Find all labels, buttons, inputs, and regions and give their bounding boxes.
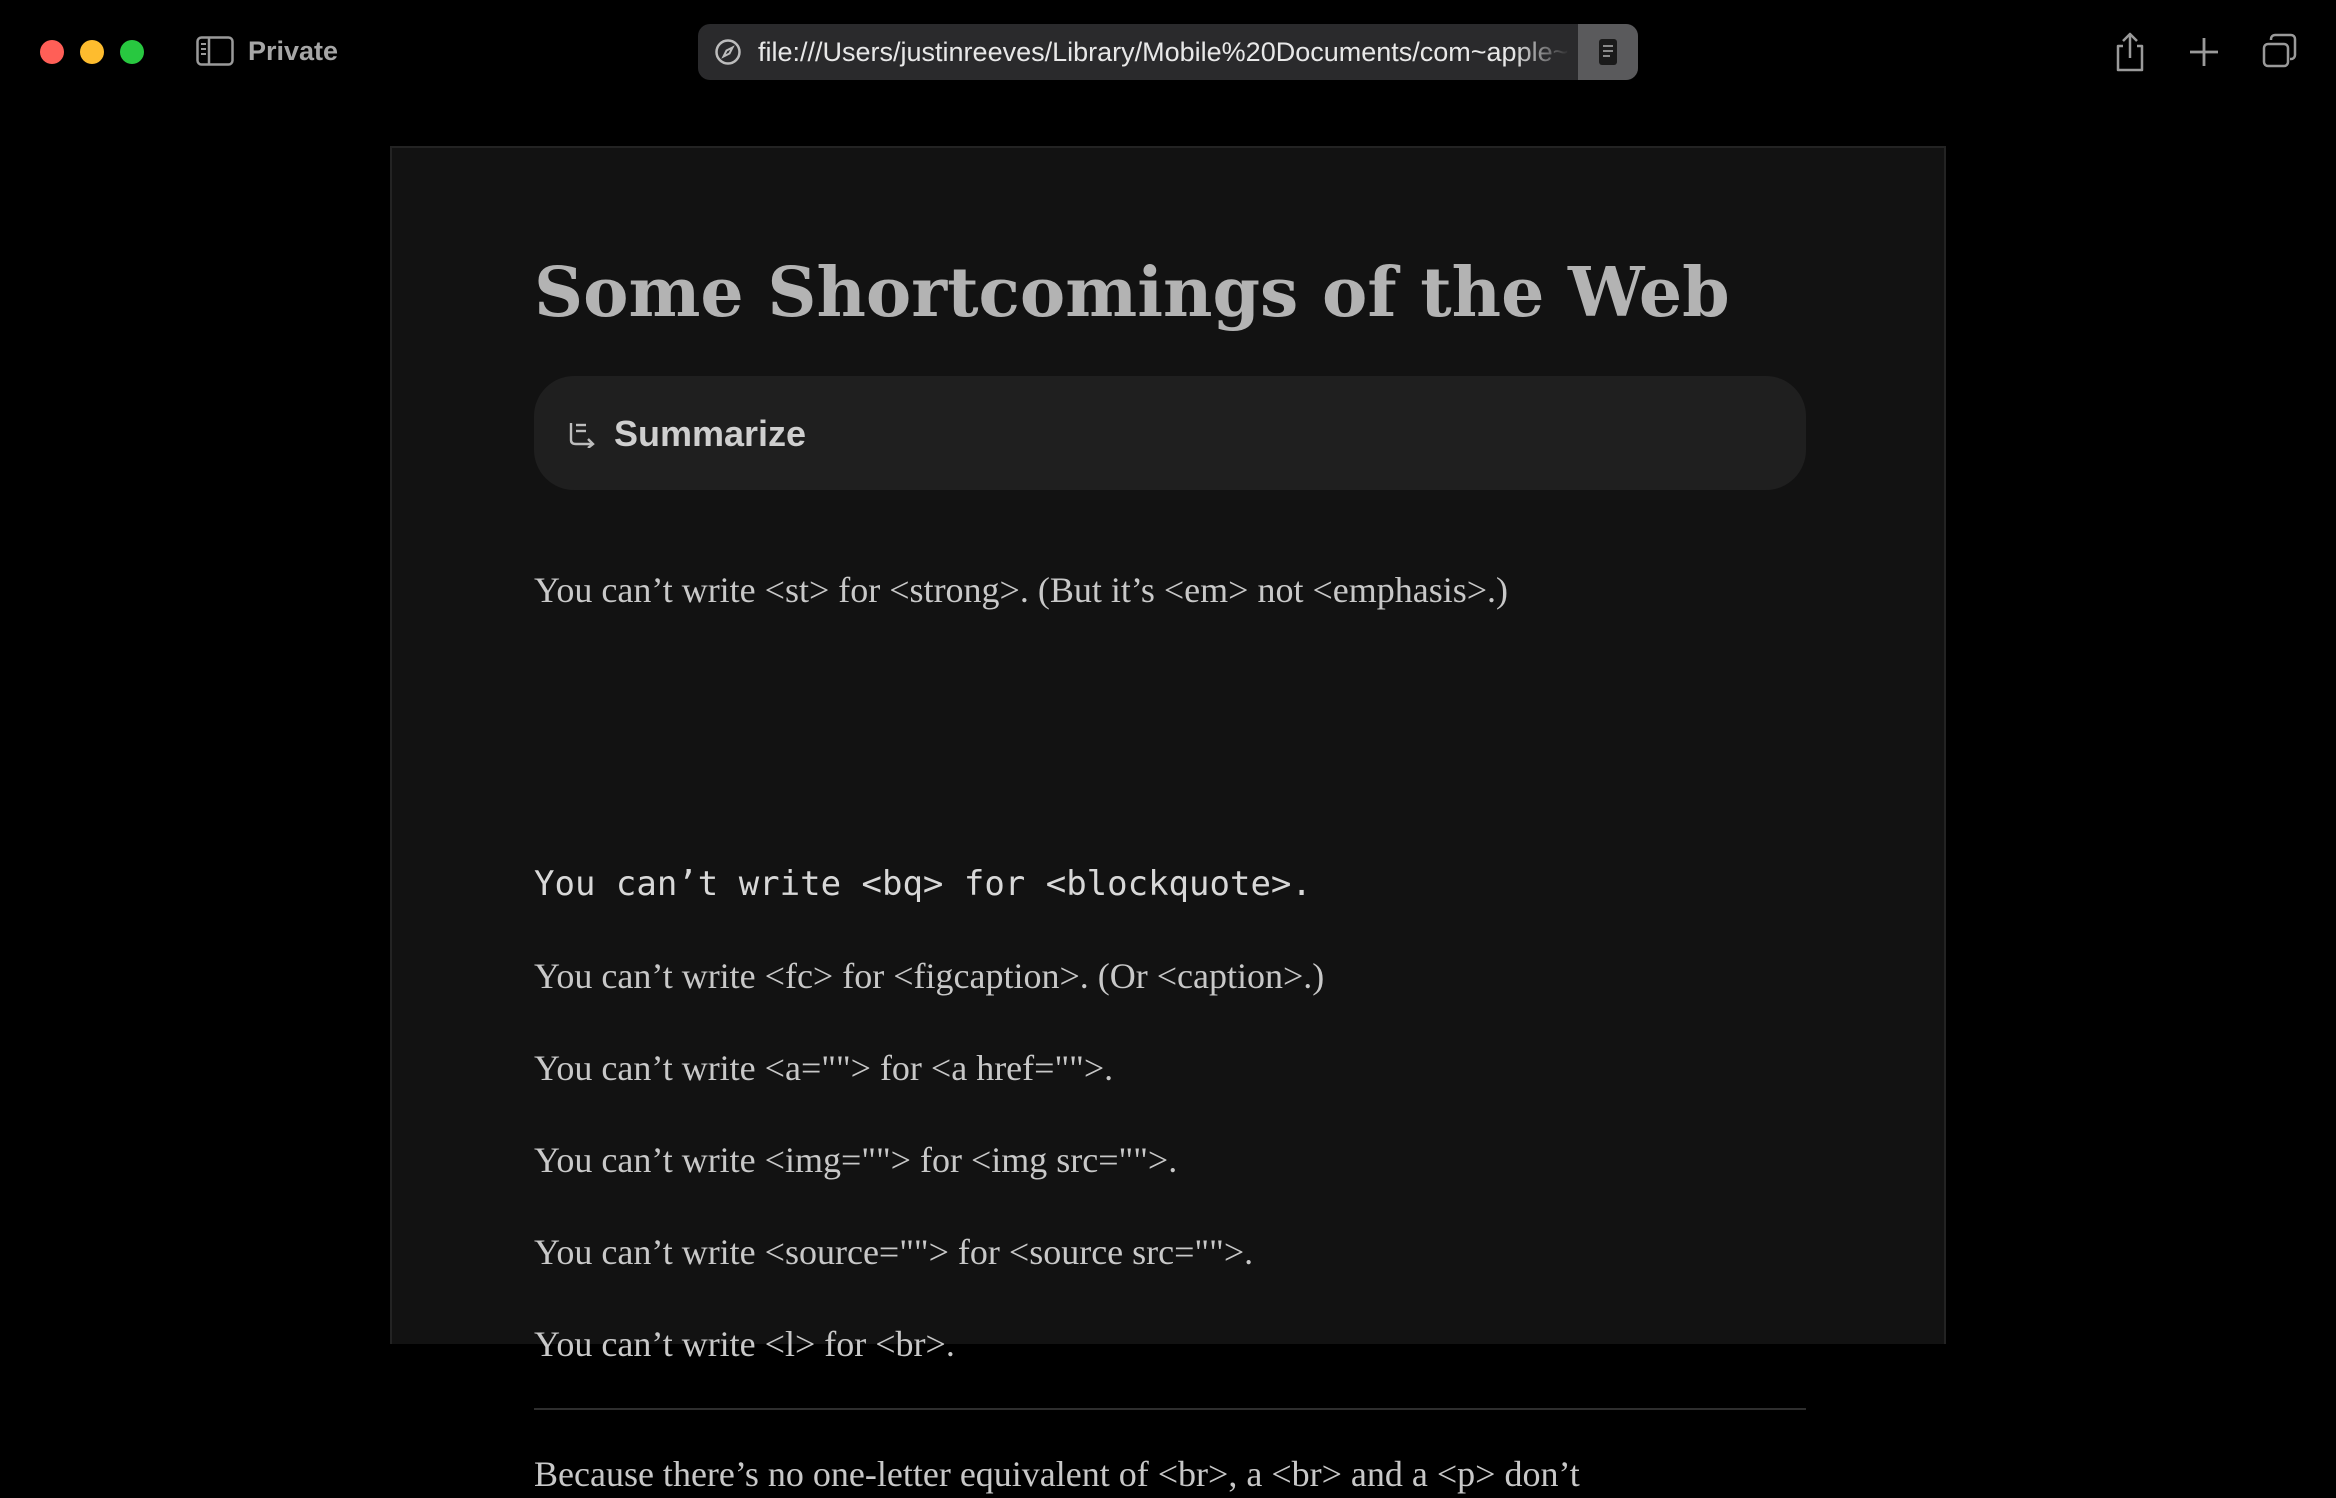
browser-toolbar: Private file:///Users/justinreeves/Libra… — [0, 0, 2336, 104]
paragraph: You can’t write <fc> for <figcaption>. (… — [534, 956, 1325, 996]
paragraph-code: You can’t write <bq> for <blockquote>. — [534, 864, 1312, 904]
reader-icon — [1598, 38, 1618, 66]
summarize-button[interactable]: Summarize — [534, 376, 1806, 490]
private-mode-label: Private — [248, 36, 339, 66]
summarize-icon — [568, 420, 598, 449]
address-bar[interactable]: file:///Users/justinreeves/Library/Mobil… — [698, 24, 1638, 80]
paragraph: Because there’s no one-letter equivalent… — [534, 1454, 1580, 1494]
summarize-label: Summarize — [614, 413, 807, 454]
reader-mode-button[interactable] — [1578, 24, 1638, 80]
paragraph: You can’t write <source=""> for <source … — [534, 1232, 1254, 1272]
share-icon[interactable] — [2110, 30, 2150, 74]
horizontal-rule — [534, 1408, 1806, 1410]
compass-icon — [714, 38, 742, 66]
paragraph: You can’t write <l> for <br>. — [534, 1324, 955, 1364]
paragraph: You can’t write <a=""> for <a href="">. — [534, 1048, 1114, 1088]
minimize-window-button[interactable] — [80, 40, 104, 64]
sidebar-icon[interactable] — [196, 36, 234, 66]
paragraph: You can’t write <img=""> for <img src=""… — [534, 1140, 1178, 1180]
plus-icon[interactable] — [2184, 30, 2224, 74]
article-title: Some Shortcomings of the Web — [534, 253, 1730, 333]
close-window-button[interactable] — [40, 40, 64, 64]
url-field[interactable]: file:///Users/justinreeves/Library/Mobil… — [758, 24, 1570, 80]
tabs-icon[interactable] — [2260, 30, 2300, 74]
reader-view: Some Shortcomings of the Web Summarize Y… — [390, 146, 1946, 1494]
maximize-window-button[interactable] — [120, 40, 144, 64]
paragraph: You can’t write <st> for <strong>. (But … — [534, 570, 1509, 610]
